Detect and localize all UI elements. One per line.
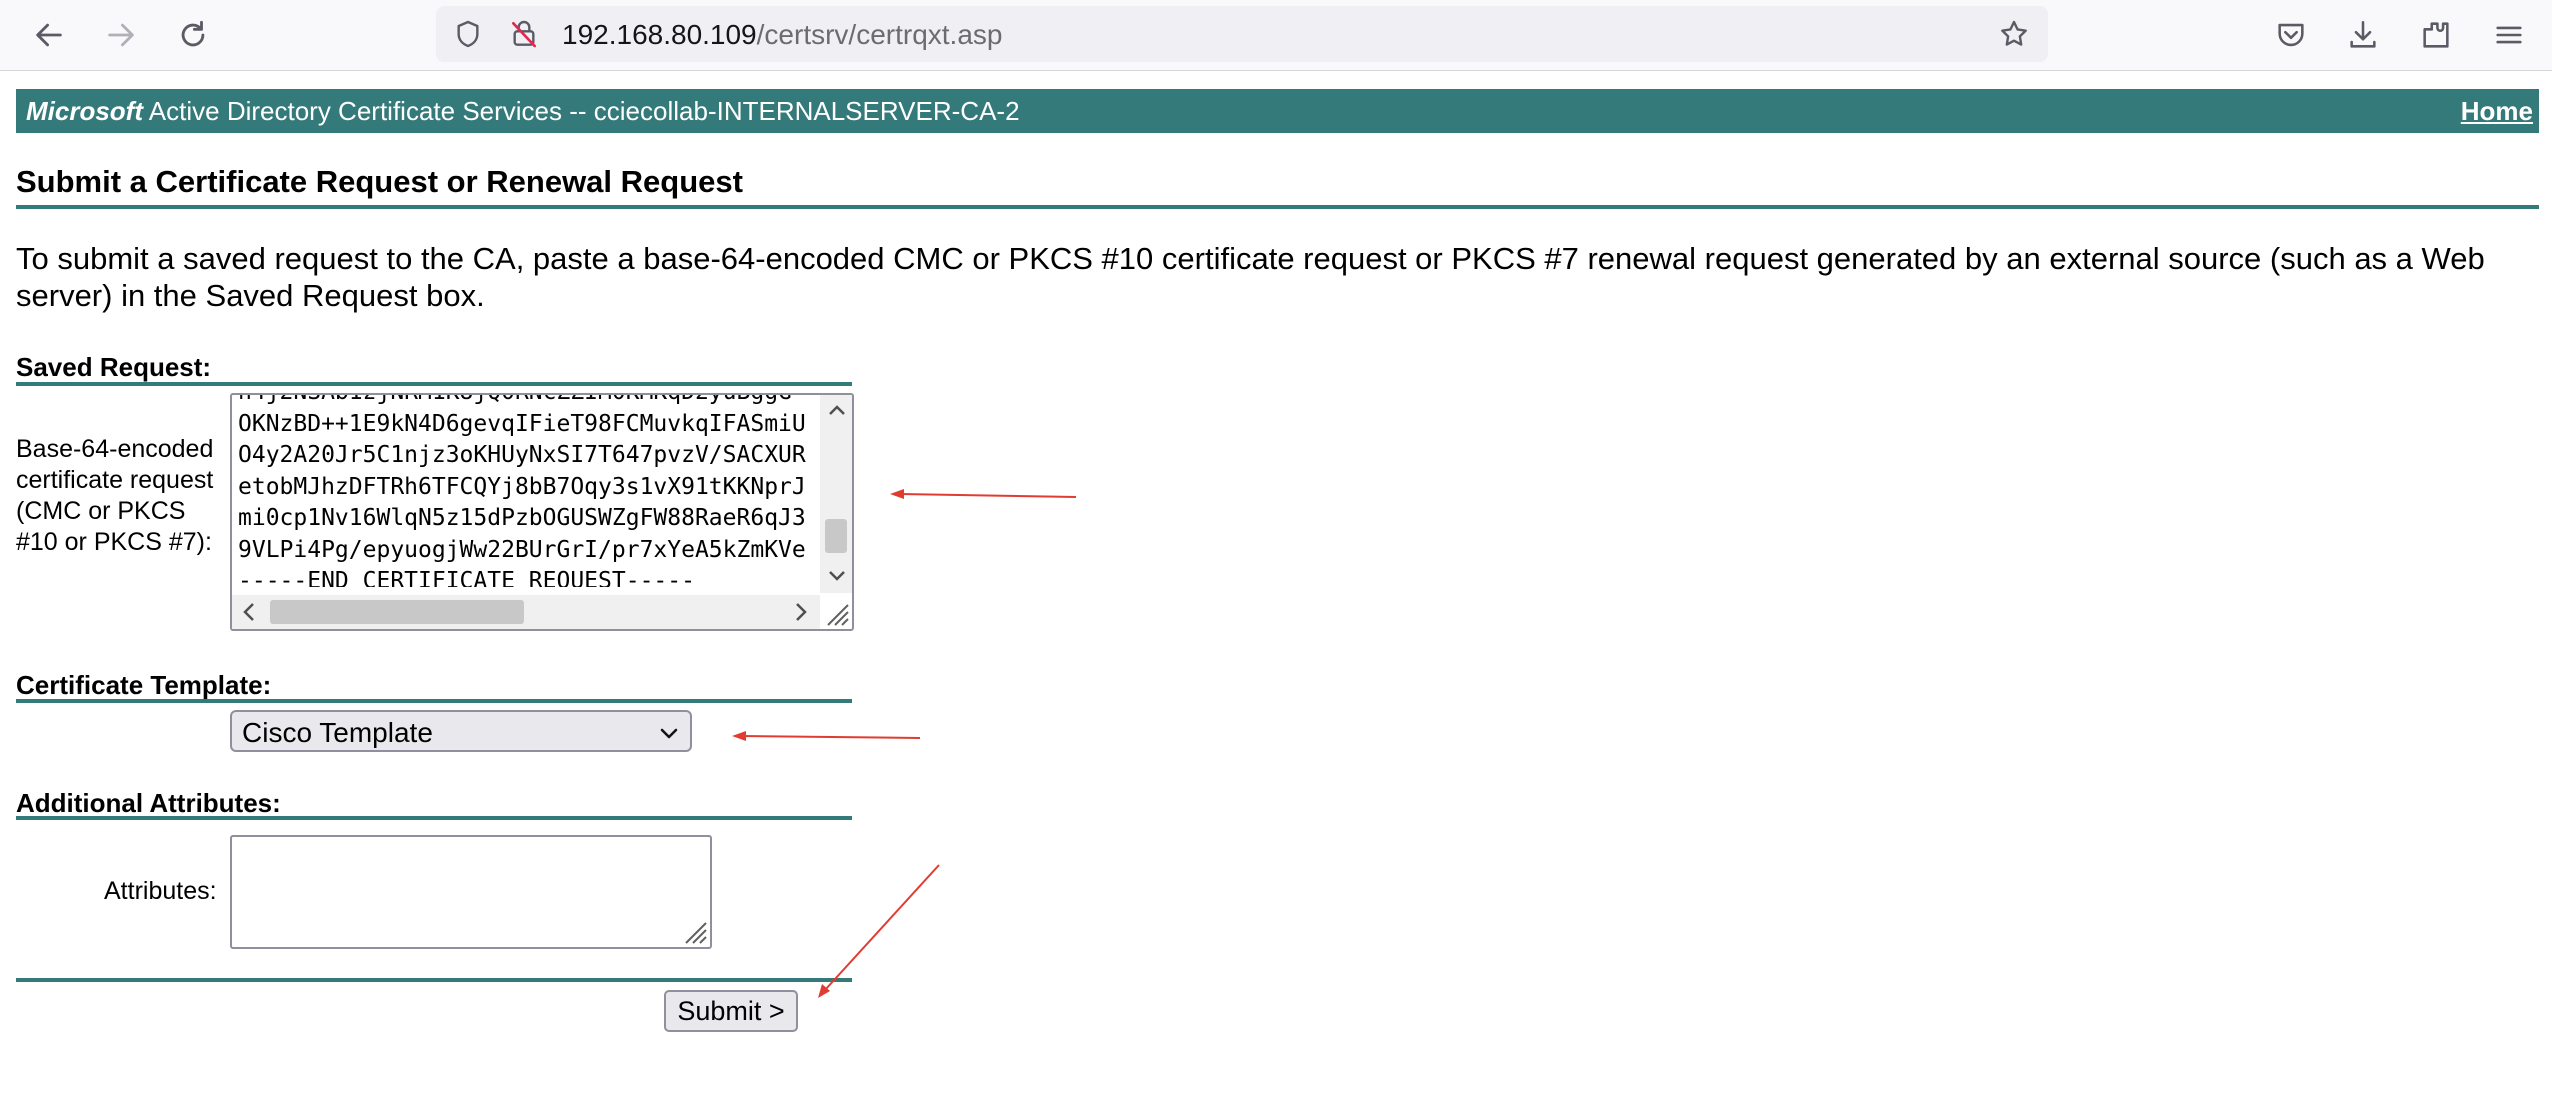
annotation-arrow-saved-request bbox=[890, 489, 1077, 499]
annotation-arrow-template bbox=[732, 731, 921, 741]
annotation-arrow-submit bbox=[818, 864, 940, 998]
annotation-arrows bbox=[732, 489, 1077, 998]
